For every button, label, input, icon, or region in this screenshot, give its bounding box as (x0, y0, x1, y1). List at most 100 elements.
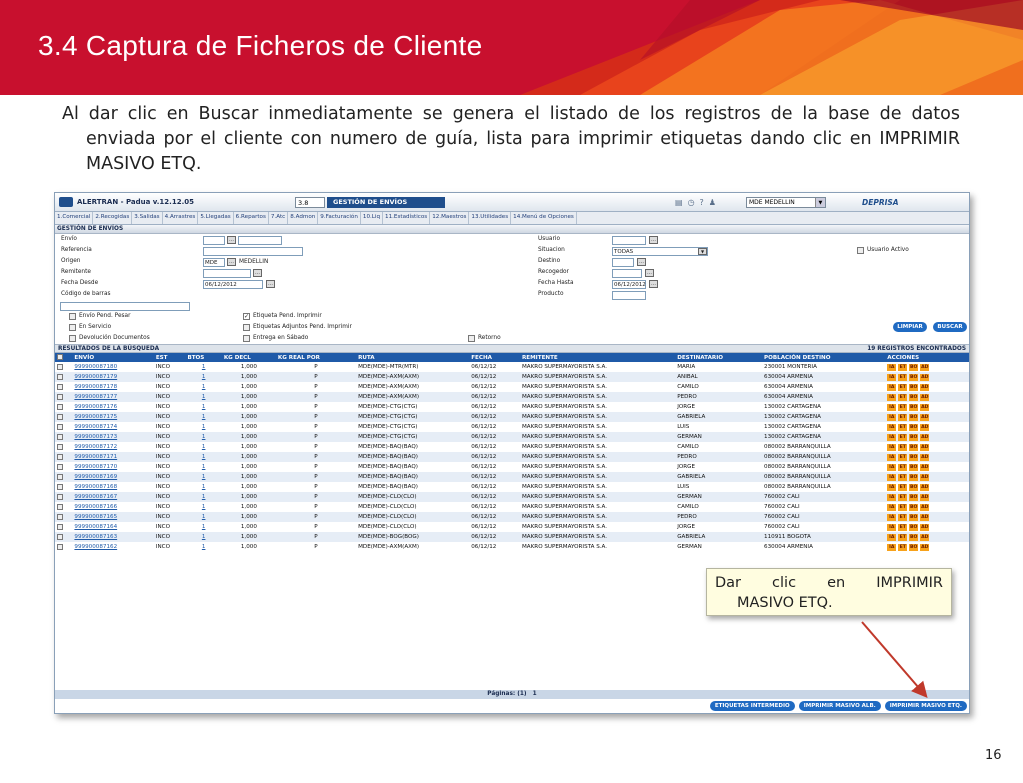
action-button[interactable]: ET (898, 523, 908, 531)
cell-btos[interactable]: 1 (185, 482, 222, 492)
action-button[interactable]: BO (909, 453, 919, 461)
tab-item[interactable]: 11.Estadísticos (383, 212, 431, 224)
referencia-input[interactable] (203, 247, 303, 256)
action-button[interactable]: ET (898, 413, 908, 421)
action-button[interactable]: BO (909, 473, 919, 481)
cell-btos[interactable]: 1 (185, 432, 222, 442)
usuario-lookup-button[interactable]: … (649, 236, 658, 244)
row-select-cell[interactable] (55, 412, 73, 422)
user-icon[interactable]: ♟ (709, 198, 716, 207)
cell-envio[interactable]: 999900087165 (72, 512, 154, 522)
action-button[interactable]: BO (909, 363, 919, 371)
action-button[interactable]: IA (887, 493, 897, 501)
table-row[interactable]: 999900087177 INCO 1 1,000 P MDE(MDE)-AXM(AXM)… (55, 392, 969, 402)
cell-envio[interactable]: 999900087175 (72, 412, 154, 422)
row-checkbox[interactable] (57, 493, 63, 500)
action-button[interactable]: ET (898, 513, 908, 521)
table-row[interactable]: 999900087172 INCO 1 1,000 P MDE(MDE)-BAQ(BAQ)… (55, 442, 969, 452)
action-button[interactable]: BO (909, 533, 919, 541)
action-button[interactable]: ET (898, 543, 908, 551)
action-button[interactable]: BO (909, 383, 919, 391)
envio-input-2[interactable] (238, 236, 282, 245)
action-button[interactable]: BO (909, 393, 919, 401)
action-button[interactable]: BO (909, 443, 919, 451)
entrega-sabado-checkbox[interactable] (243, 335, 250, 342)
action-button[interactable]: BO (909, 493, 919, 501)
action-button[interactable]: AD (920, 393, 930, 401)
cell-envio[interactable]: 999900087167 (72, 492, 154, 502)
action-button[interactable]: AD (920, 463, 930, 471)
action-button[interactable]: BO (909, 513, 919, 521)
row-select-cell[interactable] (55, 542, 73, 552)
action-button[interactable]: BO (909, 543, 919, 551)
cell-envio[interactable]: 999900087168 (72, 482, 154, 492)
cell-btos[interactable]: 1 (185, 412, 222, 422)
tab-item[interactable]: 14.Menú de Opciones (511, 212, 577, 224)
row-select-cell[interactable] (55, 372, 73, 382)
imprimir-masivo-etq-button[interactable]: IMPRIMIR MASIVO ETQ. (884, 701, 967, 711)
row-select-cell[interactable] (55, 462, 73, 472)
action-button[interactable]: BO (909, 403, 919, 411)
row-select-cell[interactable] (55, 422, 73, 432)
row-checkbox[interactable] (57, 483, 63, 490)
tab-item[interactable]: 12.Maestros (430, 212, 470, 224)
action-button[interactable]: IA (887, 473, 897, 481)
row-select-cell[interactable] (55, 522, 73, 532)
action-button[interactable]: BO (909, 413, 919, 421)
recogedor-lookup-button[interactable]: … (645, 269, 654, 277)
table-row[interactable]: 999900087166 INCO 1 1,000 P MDE(MDE)-CLO(CLO)… (55, 502, 969, 512)
tab-item[interactable]: 13.Utilidades (469, 212, 512, 224)
office-select[interactable]: MDE MEDELLIN ▼ (745, 196, 826, 208)
etiquetas-adjuntos-checkbox[interactable] (243, 324, 250, 331)
cell-envio[interactable]: 999900087174 (72, 422, 154, 432)
page-current[interactable]: 1 (533, 691, 537, 697)
cell-envio[interactable]: 999900087170 (72, 462, 154, 472)
row-checkbox[interactable] (57, 403, 63, 410)
buscar-button[interactable]: BUSCAR (933, 322, 967, 332)
cell-btos[interactable]: 1 (185, 542, 222, 552)
limpiar-button[interactable]: LIMPIAR (893, 322, 927, 332)
action-button[interactable]: IA (887, 453, 897, 461)
cell-btos[interactable]: 1 (185, 442, 222, 452)
row-checkbox[interactable] (57, 473, 63, 480)
action-button[interactable]: IA (887, 413, 897, 421)
action-button[interactable]: IA (887, 363, 897, 371)
action-button[interactable]: BO (909, 523, 919, 531)
action-button[interactable]: IA (887, 383, 897, 391)
row-select-cell[interactable] (55, 432, 73, 442)
row-checkbox[interactable] (57, 513, 63, 520)
cell-envio[interactable]: 999900087169 (72, 472, 154, 482)
action-button[interactable]: ET (898, 423, 908, 431)
codigo-barras-input[interactable] (60, 302, 190, 311)
tab-item[interactable]: 5.Llegadas (198, 212, 234, 224)
action-button[interactable]: AD (920, 543, 930, 551)
cell-btos[interactable]: 1 (185, 512, 222, 522)
row-checkbox[interactable] (57, 503, 63, 510)
cell-envio[interactable]: 999900087180 (72, 362, 154, 372)
action-button[interactable]: ET (898, 373, 908, 381)
action-button[interactable]: ET (898, 493, 908, 501)
producto-input[interactable] (612, 291, 646, 300)
cell-btos[interactable]: 1 (185, 472, 222, 482)
row-checkbox[interactable] (57, 383, 63, 390)
recogedor-input[interactable] (612, 269, 642, 278)
cell-envio[interactable]: 999900087178 (72, 382, 154, 392)
action-button[interactable]: AD (920, 413, 930, 421)
action-button[interactable]: ET (898, 393, 908, 401)
action-button[interactable]: IA (887, 483, 897, 491)
row-select-cell[interactable] (55, 512, 73, 522)
row-select-cell[interactable] (55, 482, 73, 492)
cell-btos[interactable]: 1 (185, 422, 222, 432)
cell-envio[interactable]: 999900087172 (72, 442, 154, 452)
action-button[interactable]: AD (920, 403, 930, 411)
etiqueta-pend-checkbox[interactable]: ✓ (243, 313, 250, 320)
remitente-input[interactable] (203, 269, 251, 278)
calendar-desde-icon[interactable]: … (266, 280, 275, 288)
table-row[interactable]: 999900087167 INCO 1 1,000 P MDE(MDE)-CLO(CLO)… (55, 492, 969, 502)
action-button[interactable]: BO (909, 433, 919, 441)
cell-btos[interactable]: 1 (185, 452, 222, 462)
row-select-cell[interactable] (55, 402, 73, 412)
action-button[interactable]: IA (887, 503, 897, 511)
situacion-select[interactable]: TODAS (612, 247, 708, 256)
row-select-cell[interactable] (55, 472, 73, 482)
